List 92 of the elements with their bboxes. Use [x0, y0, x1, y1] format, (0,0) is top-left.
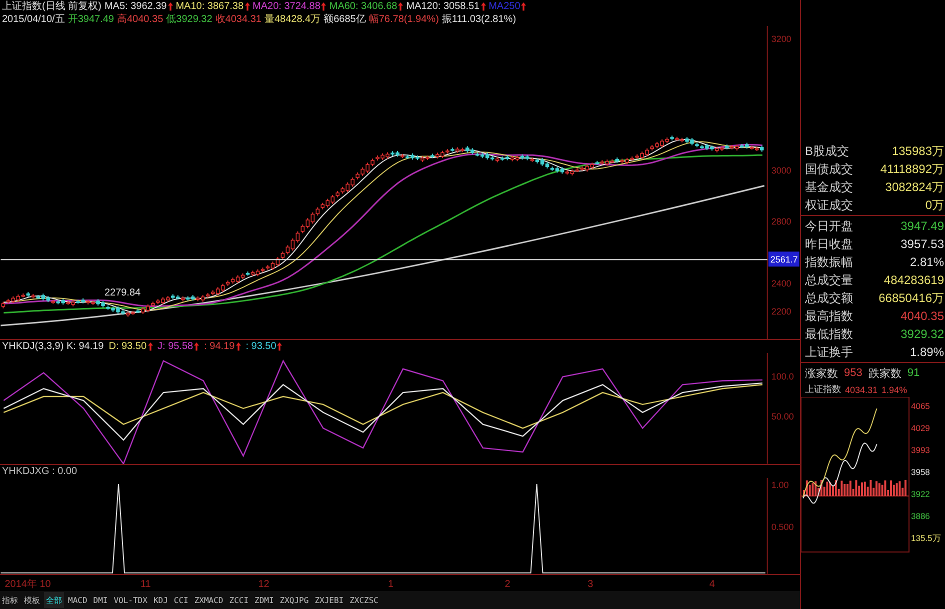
price-tag: 2561.7	[768, 252, 800, 267]
stat-label: 今日开盘	[805, 218, 853, 234]
axis-label: 100.0	[771, 372, 794, 382]
stat-label: 昨日收盘	[805, 236, 853, 252]
indicator-tab[interactable]: ZXMACD	[192, 592, 226, 608]
indicator-tab[interactable]: DMI	[91, 592, 110, 608]
date-label: 2014年 10	[4, 579, 51, 590]
stat-label: 涨家数	[805, 366, 838, 380]
indicator-value: : 93.50	[246, 341, 276, 352]
stat-value: 4034.31	[845, 384, 878, 394]
stat-value: 91	[907, 367, 920, 379]
stat-label: 上证换手	[805, 344, 853, 360]
stat-label: 指数振幅	[805, 254, 853, 270]
indicator-tab[interactable]: VOL-TDX	[112, 592, 150, 608]
quote-value: 低3929.32	[166, 13, 212, 26]
axis-label: 2200	[771, 306, 792, 316]
axis-label: 1.00	[771, 480, 789, 490]
stat-value: 3947.49	[900, 219, 944, 233]
date-label: 2	[504, 579, 510, 590]
stat-value: 1.89%	[910, 345, 944, 359]
stat-value: 3082824万	[885, 178, 944, 196]
date-label: 11	[140, 579, 151, 590]
axis-label: 3993	[911, 445, 930, 455]
axis-label: 4065	[911, 401, 930, 411]
indicator-value: : 94.19	[204, 341, 235, 352]
indicator-value: YHKDJ(3,3,9) K: 94.19	[2, 341, 104, 352]
stat-label: 国债成交	[805, 160, 853, 178]
quote-value: 幅76.78(1.94%)	[368, 13, 439, 26]
quote-value: 额6685亿	[324, 13, 366, 26]
stat-value: 2.81%	[910, 255, 944, 269]
axis-label: 2800	[771, 216, 792, 227]
stat-label: 最高指数	[805, 308, 853, 324]
indicator-tab[interactable]: 全部	[44, 592, 64, 608]
indicator-value: J: 95.58	[158, 341, 194, 352]
low-price-label: 2279.84	[104, 288, 141, 299]
quote-value: 高4040.35	[116, 13, 164, 26]
indicator-tab[interactable]: ZDMI	[252, 592, 276, 608]
stat-value: 3957.53	[900, 237, 944, 251]
stat-label: 权证成交	[805, 196, 853, 214]
indicator-tab[interactable]: ZXCZSC	[348, 592, 380, 608]
axis-label: 3886	[911, 511, 930, 521]
stat-label: 总成交量	[805, 272, 853, 288]
quote-value: 2015/04/10/五	[2, 13, 65, 26]
indicator-tab[interactable]: ZXJEBI	[312, 592, 346, 608]
quote-value: 收4034.31	[215, 13, 262, 26]
stat-label: 基金成交	[805, 178, 853, 196]
indicator-value: D: 93.50	[108, 341, 147, 352]
date-label: 12	[258, 579, 270, 590]
indicator-tab[interactable]: CCI	[172, 592, 190, 608]
stat-value: 3929.32	[900, 327, 944, 341]
quote-value: MA10: 3867.38	[176, 0, 244, 13]
quote-value: MA20: 3724.88	[252, 0, 320, 13]
axis-label: 3200	[771, 34, 792, 44]
stat-label: 最低指数	[805, 326, 853, 342]
quote-value: 开3947.49	[68, 13, 114, 26]
indicator-tab[interactable]: 模板	[22, 592, 42, 608]
stat-value: 484283619	[884, 273, 944, 287]
stat-label: B股成交	[805, 142, 850, 160]
axis-label: 50.00	[771, 412, 794, 422]
indicator-value: YHKDJXG : 0.00	[2, 466, 78, 478]
quote-value: 振111.03(2.81%)	[442, 13, 516, 26]
quote-value: 上证指数(日线 前复权)	[2, 0, 102, 13]
stat-value: 953	[844, 367, 862, 379]
quote-value: MA60: 3406.68	[329, 0, 398, 13]
date-label: 3	[588, 579, 594, 590]
stat-value: 135983万	[892, 142, 944, 160]
stat-value: 1.94%	[882, 384, 908, 394]
stat-value: 4040.35	[900, 309, 944, 323]
indicator-tab[interactable]: 指标	[0, 592, 20, 608]
date-label: 1	[388, 579, 394, 590]
axis-label: 135.5万	[911, 533, 942, 543]
axis-label: 0.500	[771, 522, 794, 532]
stat-label: 跌家数	[868, 366, 902, 380]
quote-value: 量48428.4万	[264, 13, 321, 26]
indicator-tab[interactable]: ZCCI	[227, 592, 251, 608]
indicator-tab[interactable]: ZXQJPG	[278, 592, 311, 608]
axis-label: 4029	[911, 423, 930, 433]
stat-value: 66850416万	[878, 290, 944, 306]
indicator-tab[interactable]: MACD	[66, 592, 90, 608]
indicator-tab[interactable]: KDJ	[151, 592, 170, 608]
quote-value: MA250	[488, 0, 520, 13]
quote-value: MA120: 3058.51	[406, 0, 480, 13]
axis-label: 3958	[911, 467, 930, 477]
axis-label: 3000	[771, 166, 792, 176]
axis-label: 3922	[911, 489, 930, 499]
stat-value: 0万	[925, 196, 944, 214]
stat-label: 总成交额	[805, 290, 853, 306]
chart-title: 上证指数	[805, 383, 841, 396]
quote-value: MA5: 3962.39	[104, 0, 167, 13]
stat-value: 41118892万	[880, 160, 944, 178]
date-label: 4	[709, 579, 715, 590]
axis-label: 2400	[771, 278, 792, 289]
